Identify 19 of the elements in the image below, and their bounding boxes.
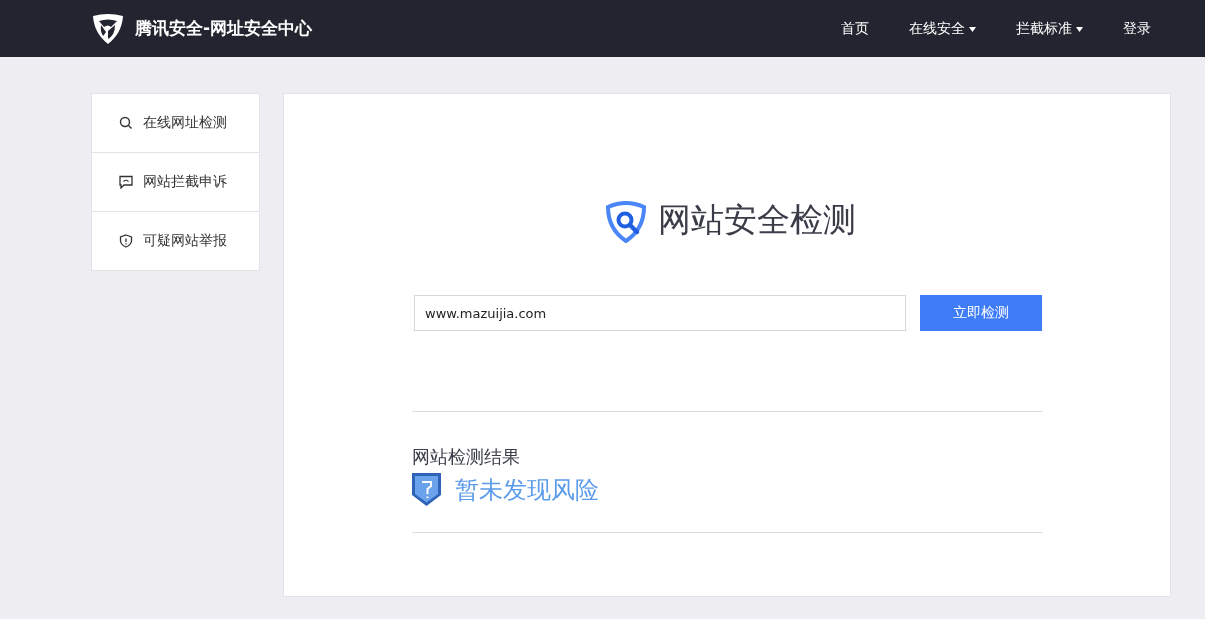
sidebar-item[interactable]: 在线网址检测 bbox=[92, 94, 259, 153]
shield-icon bbox=[119, 234, 133, 248]
sidebar-item[interactable]: 可疑网站举报 bbox=[92, 212, 259, 270]
shield-question-icon bbox=[412, 473, 441, 506]
comment-icon bbox=[119, 175, 133, 189]
shield-search-icon bbox=[604, 198, 648, 243]
page-title: 网站安全检测 bbox=[658, 199, 856, 241]
sidebar-item[interactable]: 网站拦截申诉 bbox=[92, 153, 259, 212]
result-status: 暂未发现风险 bbox=[455, 474, 599, 506]
result-heading: 网站检测结果 bbox=[412, 445, 521, 469]
nav-link[interactable]: 在线安全 bbox=[889, 19, 996, 38]
nav-link[interactable]: 拦截标准 bbox=[996, 19, 1103, 38]
nav-link[interactable]: 首页 bbox=[821, 19, 889, 38]
site-title: 腾讯安全-网址安全中心 bbox=[135, 17, 313, 40]
url-input-field[interactable]: www.mazuijia.com bbox=[414, 295, 906, 331]
shield-logo-icon bbox=[91, 12, 125, 45]
check-button[interactable]: 立即检测 bbox=[920, 295, 1042, 331]
search-icon bbox=[119, 116, 133, 130]
nav-link[interactable]: 登录 bbox=[1103, 19, 1171, 38]
